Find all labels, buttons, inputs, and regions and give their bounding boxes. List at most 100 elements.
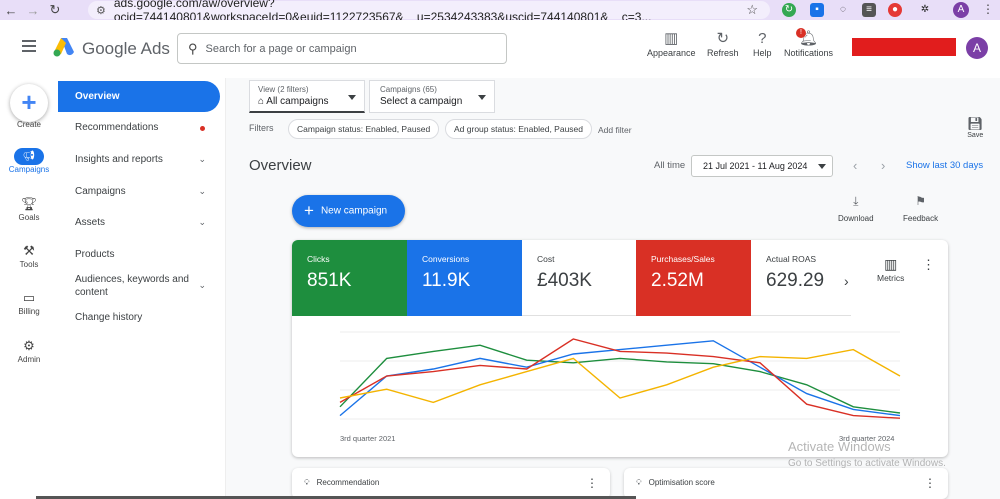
app-header: Google Ads ⚲ Search for a page or campai… [0, 20, 1000, 78]
sidebar-item-label: Change history [75, 312, 143, 323]
appearance-button[interactable]: ▥ Appearance [647, 30, 696, 58]
view-label: View (2 filters) [258, 85, 309, 94]
rail-item-admin[interactable]: ⚙ Admin [0, 337, 58, 364]
save-button[interactable]: 💾︎ Save [967, 116, 984, 139]
help-button[interactable]: ? Help [753, 30, 772, 58]
card-title: Optimisation score [648, 478, 715, 487]
feedback-label: Feedback [903, 214, 939, 223]
feedback-icon: ⚑ [915, 194, 926, 208]
address-bar[interactable]: ⚙ ads.google.com/aw/overview?ocid=744140… [88, 0, 770, 24]
new-campaign-button[interactable]: + New campaign [292, 195, 405, 227]
search-placeholder: Search for a page or campaign [205, 42, 357, 55]
rail-label: Tools [19, 260, 39, 269]
search-input[interactable]: ⚲ Search for a page or campaign [177, 33, 507, 64]
download-label: Download [838, 214, 874, 223]
sidebar-item-label: Overview [75, 91, 120, 102]
extension-icon[interactable]: ▪ [810, 3, 824, 17]
filters-label: Filters [249, 123, 274, 133]
rail-item-billing[interactable]: ▭ Billing [0, 289, 58, 316]
forward-icon[interactable]: → [22, 3, 44, 18]
optimisation-card[interactable]: 💡︎ Optimisation score ⋮ [624, 468, 948, 499]
rail-item-goals[interactable]: 🏆︎ Goals [0, 195, 58, 222]
caret-down-icon [478, 95, 486, 100]
page-title: Overview [249, 157, 312, 174]
menu-icon[interactable] [22, 40, 36, 52]
chevron-down-icon: ⌄ [198, 280, 206, 290]
metrics-card: Clicks 851K Conversions 11.9K Cost £403K… [292, 240, 948, 457]
back-icon[interactable]: ← [0, 3, 22, 18]
sidebar-item-label: Assets [75, 217, 106, 228]
download-icon: ⤓ [853, 194, 859, 208]
filter-chip[interactable]: Ad group status: Enabled, Paused [445, 119, 593, 139]
all-time-label: All time [654, 160, 686, 171]
rail-label: Admin [17, 355, 41, 364]
sidebar-item-campaigns[interactable]: Campaigns ⌄ [58, 185, 220, 198]
prev-period-icon[interactable]: ‹ [853, 158, 857, 173]
extension-icon[interactable]: ↻ [782, 3, 796, 17]
refresh-label: Refresh [707, 48, 739, 58]
next-period-icon[interactable]: › [881, 158, 885, 173]
help-label: Help [753, 48, 772, 58]
date-range-value: 21 Jul 2021 - 11 Aug 2024 [703, 161, 808, 171]
redacted-account [852, 38, 956, 56]
create-button[interactable]: + [10, 84, 48, 122]
extension-icon[interactable]: ● [888, 3, 902, 17]
add-filter-link[interactable]: Add filter [598, 125, 632, 135]
reload-icon[interactable]: ↻ [44, 2, 66, 18]
sidebar-item-overview[interactable]: Overview [58, 81, 220, 112]
billing-icon: ▭ [22, 290, 36, 305]
extension-icon[interactable]: ◌ [836, 3, 850, 17]
activate-windows-hint: Go to Settings to activate Windows. [788, 458, 946, 469]
date-range-picker[interactable]: 21 Jul 2021 - 11 Aug 2024 [691, 155, 833, 177]
download-button[interactable]: ⤓ Download [838, 194, 874, 223]
save-icon: 💾︎ [967, 116, 984, 131]
profile-avatar[interactable]: A [953, 2, 969, 18]
series-line-3 [339, 348, 901, 404]
save-label: Save [967, 132, 984, 139]
feedback-button[interactable]: ⚑ Feedback [903, 194, 938, 223]
sidebar-item-assets[interactable]: Assets ⌄ [58, 216, 220, 229]
sidebar-item-recommendations[interactable]: Recommendations [58, 121, 220, 134]
google-ads-logo [53, 38, 74, 57]
notifications-button[interactable]: 🔔︎! Notifications [784, 28, 833, 58]
extension-icon[interactable]: ≡ [862, 3, 876, 17]
caret-down-icon [348, 95, 356, 100]
chevron-down-icon: ⌄ [198, 154, 206, 164]
main-content: View (2 filters) ⌂ All campaigns Campaig… [226, 78, 1000, 499]
plus-icon: + [304, 201, 314, 220]
rail-label: Goals [18, 213, 40, 222]
more-vert-icon[interactable]: ⋮ [924, 468, 936, 498]
refresh-button[interactable]: ↻ Refresh [707, 30, 739, 58]
performance-chart [339, 331, 901, 420]
sidebar-item-insights[interactable]: Insights and reports ⌄ [58, 153, 220, 166]
recommendation-card[interactable]: 💡︎ Recommendation ⋮ [292, 468, 610, 499]
rail-item-campaigns[interactable]: 📢︎ Campaigns [0, 148, 58, 174]
view-selector[interactable]: View (2 filters) ⌂ All campaigns [249, 80, 365, 113]
browser-menu-icon[interactable]: ⋮ [982, 2, 994, 16]
rail-item-tools[interactable]: ⚒ Tools [0, 242, 58, 269]
puzzle-icon[interactable]: ✲ [918, 3, 932, 17]
bell-icon: 🔔︎! [784, 28, 833, 48]
tools-icon: ⚒ [23, 243, 35, 258]
bookmark-star-icon[interactable]: ☆ [746, 2, 758, 18]
megaphone-icon: 📢︎ [14, 148, 44, 165]
campaign-selector[interactable]: Campaigns (65) Select a campaign [369, 80, 495, 113]
nav-rail: + Create 📢︎ Campaigns 🏆︎ Goals ⚒ Tools ▭… [0, 78, 58, 499]
appearance-icon: ▥ [664, 30, 679, 47]
create-label: Create [16, 120, 41, 129]
filter-chip[interactable]: Campaign status: Enabled, Paused [288, 119, 440, 139]
card-title: Recommendation [316, 478, 380, 487]
sidebar-item-audiences[interactable]: Audiences, keywords and content ⌄ [58, 273, 208, 299]
more-vert-icon[interactable]: ⋮ [586, 468, 598, 498]
show-last-30-link[interactable]: Show last 30 days [906, 160, 983, 171]
sidebar-item-change-history[interactable]: Change history [58, 311, 220, 324]
notification-badge: ! [796, 28, 806, 38]
new-campaign-label: New campaign [320, 205, 388, 217]
site-info-icon[interactable]: ⚙ [96, 4, 106, 17]
sidebar-item-label: Insights and reports [75, 154, 163, 165]
account-avatar[interactable]: A [966, 37, 988, 59]
series-line-0 [339, 344, 901, 414]
brand-name: Google Ads [82, 39, 170, 58]
sidebar: Overview Recommendations Insights and re… [58, 78, 226, 499]
sidebar-item-products[interactable]: Products [58, 248, 220, 261]
